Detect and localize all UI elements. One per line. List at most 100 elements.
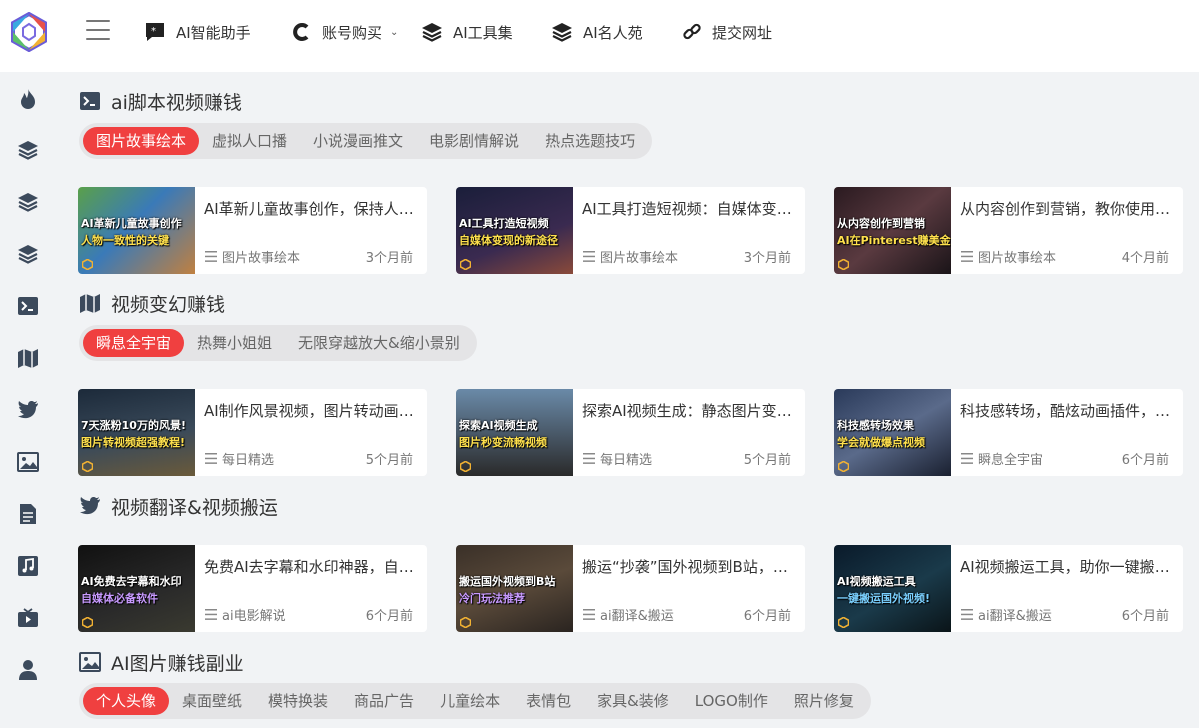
nav-item-account-purchase[interactable]: 账号购买 ⌄ xyxy=(292,18,398,46)
terminal-icon xyxy=(80,92,100,110)
article-card[interactable]: AI视频搬运工具 一键搬运国外视频! AI视频搬运工具，助你一键搬运国外视频 a… xyxy=(834,545,1183,632)
article-category[interactable]: 图片故事绘本 xyxy=(205,247,300,266)
map-icon xyxy=(80,294,100,313)
article-time: 6个月前 xyxy=(743,609,791,624)
chat-star-icon: * xyxy=(146,23,164,41)
article-time: 6个月前 xyxy=(1121,453,1169,468)
article-time: 6个月前 xyxy=(1121,609,1169,624)
tab-kids-picturebook[interactable]: 儿童绘本 xyxy=(427,687,513,715)
nav-item-ai-tools[interactable]: AI工具集 xyxy=(421,18,513,46)
link-icon xyxy=(683,23,701,40)
twitter-icon[interactable] xyxy=(17,399,39,421)
site-logo-icon xyxy=(838,617,849,628)
fire-icon[interactable] xyxy=(17,88,39,110)
article-card[interactable]: AI工具打造短视频 自媒体变现的新途径 AI工具打造短视频：自媒体变现的新途径 … xyxy=(456,187,805,274)
article-category[interactable]: 图片故事绘本 xyxy=(583,247,678,266)
menu-toggle-button[interactable] xyxy=(86,20,110,42)
article-title[interactable]: 从内容创作到营销，教你使用AI在Pinterest赚美金 xyxy=(960,198,1174,219)
tab-logo-design[interactable]: LOGO制作 xyxy=(682,687,781,715)
article-time: 5个月前 xyxy=(365,453,413,468)
tab-wallpaper[interactable]: 桌面壁纸 xyxy=(169,687,255,715)
article-title[interactable]: 搬运“抄袭”国外视频到B站，冷门玩法推荐 xyxy=(582,556,796,577)
thumbnail-caption: AI在Pinterest赚美金 xyxy=(837,234,951,247)
music-icon[interactable] xyxy=(17,555,39,577)
tab-furniture[interactable]: 家具&装修 xyxy=(584,687,682,715)
nav-label: 账号购买 xyxy=(322,23,383,42)
thumbnail-caption: AI免费去字幕和水印 xyxy=(81,575,182,588)
article-title[interactable]: AI工具打造短视频：自媒体变现的新途径 xyxy=(582,198,796,219)
site-logo-icon xyxy=(82,617,93,628)
article-card[interactable]: 科技感转场效果 学会就做爆点视频 科技感转场，酷炫动画插件，学会就做爆点视频 瞬… xyxy=(834,389,1183,476)
site-logo-icon xyxy=(460,617,471,628)
list-icon xyxy=(205,251,217,262)
user-icon[interactable] xyxy=(17,659,39,681)
tab-model-outfit[interactable]: 模特换装 xyxy=(255,687,341,715)
article-card[interactable]: AI免费去字幕和水印 自媒体必备软件 免费AI去字幕和水印神器，自媒体必备软件 … xyxy=(78,545,427,632)
tab-virtual-host[interactable]: 虚拟人口播 xyxy=(199,127,300,155)
tab-avatar[interactable]: 个人头像 xyxy=(83,687,170,715)
tab-novel-comic[interactable]: 小说漫画推文 xyxy=(300,127,416,155)
nav-item-ai-assistant[interactable]: * AI智能助手 xyxy=(144,18,251,46)
site-logo-icon xyxy=(82,259,93,270)
site-logo-icon xyxy=(460,461,471,472)
article-time: 5个月前 xyxy=(743,453,791,468)
article-title[interactable]: 免费AI去字幕和水印神器，自媒体必备软件 xyxy=(204,556,418,577)
site-logo[interactable] xyxy=(10,12,48,52)
article-card[interactable]: 探索AI视频生成 图片秒变流畅视频 探索AI视频生成：静态图片变流畅视频 每日精… xyxy=(456,389,805,476)
article-title[interactable]: AI制作风景视频，图片转动画超强教程 xyxy=(204,400,418,421)
thumbnail-caption: 科技感转场效果 xyxy=(837,419,914,432)
article-card[interactable]: AI革新儿童故事创作 人物一致性的关键 AI革新儿童故事创作，保持人物一致性的关… xyxy=(78,187,427,274)
image-icon[interactable] xyxy=(17,451,39,473)
article-title[interactable]: AI革新儿童故事创作，保持人物一致性的关键 xyxy=(204,198,418,219)
site-logo-icon xyxy=(838,461,849,472)
sidebar xyxy=(0,72,56,728)
tab-picture-story[interactable]: 图片故事绘本 xyxy=(83,127,200,155)
thumbnail-caption: 图片秒变流畅视频 xyxy=(459,436,547,449)
article-card[interactable]: 搬运国外视频到B站 冷门玩法推荐 搬运“抄袭”国外视频到B站，冷门玩法推荐 ai… xyxy=(456,545,805,632)
article-time: 6个月前 xyxy=(365,609,413,624)
tab-hot-dance[interactable]: 热舞小姐姐 xyxy=(184,329,285,357)
tab-photo-restore[interactable]: 照片修复 xyxy=(781,687,867,715)
tab-emoji[interactable]: 表情包 xyxy=(513,687,584,715)
article-category[interactable]: ai翻译&搬运 xyxy=(961,605,1052,624)
article-time: 4个月前 xyxy=(1121,251,1169,266)
tab-infinite-zoom[interactable]: 无限穿越放大&缩小景别 xyxy=(285,329,473,357)
article-category[interactable]: 图片故事绘本 xyxy=(961,247,1056,266)
category-label: 图片故事绘本 xyxy=(222,251,301,266)
layers-icon[interactable] xyxy=(17,139,39,161)
tv-icon[interactable] xyxy=(17,607,39,629)
article-card[interactable]: 从内容创作到营销 AI在Pinterest赚美金 从内容创作到营销，教你使用AI… xyxy=(834,187,1183,274)
article-category[interactable]: 瞬息全宇宙 xyxy=(961,449,1043,468)
layers-icon[interactable] xyxy=(17,243,39,265)
layers-icon[interactable] xyxy=(17,191,39,213)
category-label: 图片故事绘本 xyxy=(978,251,1057,266)
tab-movie-explain[interactable]: 电影剧情解说 xyxy=(416,127,532,155)
nav-label: 提交网址 xyxy=(712,23,773,42)
terminal-icon[interactable] xyxy=(17,295,39,317)
article-title[interactable]: 科技感转场，酷炫动画插件，学会就做爆点视频 xyxy=(960,400,1174,421)
article-thumbnail: 科技感转场效果 学会就做爆点视频 xyxy=(834,389,951,476)
tab-product-ads[interactable]: 商品广告 xyxy=(341,687,427,715)
tab-hot-topics[interactable]: 热点选题技巧 xyxy=(532,127,648,155)
thumbnail-caption: 一键搬运国外视频! xyxy=(837,592,931,605)
section-title-ai-script-video: ai脚本视频赚钱 xyxy=(79,88,242,114)
tab-bar: 个人头像 桌面壁纸 模特换装 商品广告 儿童绘本 表情包 家具&装修 LOGO制… xyxy=(79,683,871,719)
category-label: ai翻译&搬运 xyxy=(600,609,674,624)
document-icon[interactable] xyxy=(17,503,39,525)
article-category[interactable]: 每日精选 xyxy=(583,449,652,468)
article-title[interactable]: AI视频搬运工具，助你一键搬运国外视频 xyxy=(960,556,1174,577)
article-thumbnail: 搬运国外视频到B站 冷门玩法推荐 xyxy=(456,545,573,632)
nav-item-submit-url[interactable]: 提交网址 xyxy=(682,18,772,46)
article-category[interactable]: 每日精选 xyxy=(205,449,274,468)
nav-item-ai-celebrities[interactable]: AI名人苑 xyxy=(551,18,643,46)
article-category[interactable]: ai翻译&搬运 xyxy=(583,605,674,624)
tab-everything-everywhere[interactable]: 瞬息全宇宙 xyxy=(83,329,185,357)
article-time: 3个月前 xyxy=(365,251,413,266)
layers-icon xyxy=(552,23,572,42)
section-title-text: 视频变幻赚钱 xyxy=(111,293,226,316)
map-icon[interactable] xyxy=(17,347,39,369)
article-category[interactable]: ai电影解说 xyxy=(205,605,286,624)
article-title[interactable]: 探索AI视频生成：静态图片变流畅视频 xyxy=(582,400,796,421)
thumbnail-caption: 从内容创作到营销 xyxy=(837,217,925,230)
article-card[interactable]: 7天涨粉10万的风景! 图片转视频超强教程! AI制作风景视频，图片转动画超强教… xyxy=(78,389,427,476)
